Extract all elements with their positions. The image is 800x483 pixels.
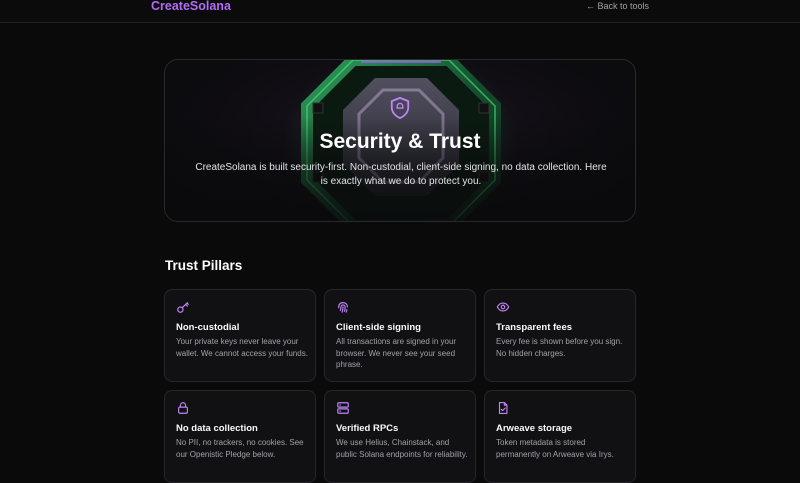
pillar-card-transparent-fees: Transparent fees Every fee is shown befo… (484, 289, 636, 382)
page-title: Security & Trust (319, 130, 481, 153)
card-description: Every fee is shown before you sign. No h… (496, 337, 623, 358)
fingerprint-icon (338, 302, 348, 313)
card-description: Token metadata is stored permanently on … (496, 438, 614, 459)
card-description: We use Helius, Chainstack, and public So… (336, 438, 468, 459)
card-title: Client-side signing (336, 322, 421, 333)
card-title: No data collection (176, 423, 258, 434)
pillar-card-arweave-storage: Arweave storage Token metadata is stored… (484, 390, 636, 483)
key-icon (177, 302, 189, 313)
trust-pillars-heading: Trust Pillars (165, 258, 243, 273)
file-check-icon (498, 402, 508, 414)
card-description: Your private keys never leave your walle… (176, 337, 308, 358)
pillar-card-non-custodial: Non-custodial Your private keys never le… (164, 289, 316, 382)
server-icon (337, 402, 349, 414)
card-title: Verified RPCs (336, 423, 399, 434)
card-description: All transactions are signed in your brow… (336, 337, 457, 369)
top-bar: CreateSolana ← Back to tools (0, 0, 800, 23)
hero-banner: Security & Trust CreateSolana is built s… (164, 59, 636, 222)
pillar-card-verified-rpcs: Verified RPCs We use Helius, Chainstack,… (324, 390, 476, 483)
card-title: Transparent fees (496, 322, 573, 333)
card-title: Arweave storage (496, 423, 573, 434)
eye-icon (496, 302, 510, 312)
back-to-tools-link[interactable]: ← Back to tools (586, 1, 649, 11)
shield-icon (390, 96, 410, 119)
hero-subtitle: CreateSolana is built security-first. No… (195, 162, 607, 187)
pillar-card-client-side-signing: Client-side signing All transactions are… (324, 289, 476, 382)
card-title: Non-custodial (176, 322, 240, 333)
lock-icon (178, 402, 188, 414)
brand-logo[interactable]: CreateSolana (151, 0, 231, 13)
card-description: No PII, no trackers, no cookies. See our… (176, 438, 304, 459)
pillar-card-no-data-collection: No data collection No PII, no trackers, … (164, 390, 316, 483)
